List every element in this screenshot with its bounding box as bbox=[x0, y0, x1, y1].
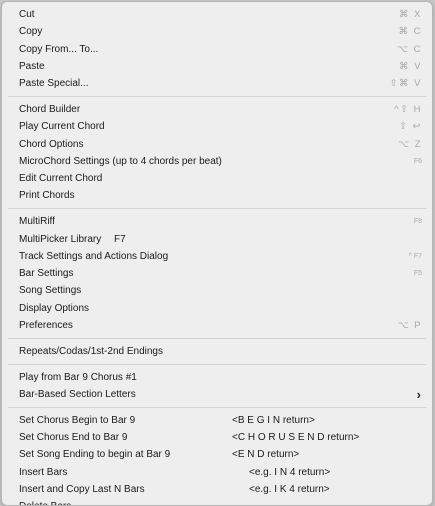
menu-item-label: Song Settings bbox=[19, 285, 82, 297]
menu-item-label: Chord Builder bbox=[19, 103, 81, 115]
menu-item-label: Insert Bars bbox=[19, 466, 68, 478]
menu-item-set-chorus-begin-to-bar-9[interactable]: Set Chorus Begin to Bar 9 <B E G I N retu… bbox=[2, 412, 432, 429]
menu-item-chord-options[interactable]: Chord Options ⌥ Z bbox=[2, 136, 432, 153]
menu-item-copy[interactable]: Copy ⌘ C bbox=[2, 23, 432, 40]
keyboard-shortcut: ⌘ C bbox=[398, 26, 422, 38]
keyboard-shortcut: F6 bbox=[413, 157, 422, 165]
menu-item-insert-bars[interactable]: Insert Bars <e.g. I N 4 return> bbox=[2, 464, 432, 481]
menu-item-play-current-chord[interactable]: Play Current Chord ⇧ ↩ bbox=[2, 118, 432, 135]
menu-item-preferences[interactable]: Preferences ⌥ P bbox=[2, 317, 432, 334]
menu-item-label: MicroChord Settings (up to 4 chords per … bbox=[19, 155, 222, 167]
menu-item-cut[interactable]: Cut ⌘ X bbox=[2, 6, 432, 23]
menu-separator bbox=[8, 208, 426, 210]
menu-item-repeats-codas-1st-2nd-endings[interactable]: Repeats/Codas/1st-2nd Endings bbox=[2, 343, 432, 360]
menu-item-label: Preferences bbox=[19, 320, 73, 332]
menu-item-hint: <E N D return> bbox=[232, 449, 300, 461]
menu-item-bar-settings[interactable]: Bar Settings F5 bbox=[2, 265, 432, 282]
menu-item-multipicker-library[interactable]: MultiPicker Library F7 bbox=[2, 231, 432, 248]
menu-item-microchord-settings-up-to-4-chords-per-beat[interactable]: MicroChord Settings (up to 4 chords per … bbox=[2, 153, 432, 170]
menu-item-display-options[interactable]: Display Options bbox=[2, 300, 432, 317]
menu-item-hint: F7 bbox=[114, 233, 126, 245]
keyboard-shortcut: ⇧⌘ V bbox=[389, 78, 422, 90]
menu-item-song-settings[interactable]: Song Settings bbox=[2, 282, 432, 299]
menu-separator bbox=[8, 406, 426, 408]
menu-item-label: Set Song Ending to begin at Bar 9 bbox=[19, 449, 171, 461]
menu-item-label: Cut bbox=[19, 9, 35, 20]
menu-item-label: Paste bbox=[19, 60, 45, 72]
menu-item-insert-and-copy-last-n-bars[interactable]: Insert and Copy Last N Bars <e.g. I K 4 r… bbox=[2, 481, 432, 498]
keyboard-shortcut: ⌥ P bbox=[397, 320, 422, 332]
menu-item-label: Display Options bbox=[19, 302, 90, 314]
menu-item-label: MultiRiff bbox=[19, 216, 55, 228]
keyboard-shortcut: ⌘ V bbox=[399, 60, 422, 72]
menu-item-paste[interactable]: Paste ⌘ V bbox=[2, 58, 432, 75]
menu-item-hint: <C H O R U S E N D return> bbox=[232, 432, 360, 444]
menu-item-hint: <e.g. I N 4 return> bbox=[249, 466, 331, 478]
keyboard-shortcut: ⌥ C bbox=[397, 43, 422, 55]
menu-item-label: Insert and Copy Last N Bars bbox=[19, 483, 145, 495]
menu-item-hint: <B E G I N return> bbox=[232, 414, 315, 426]
menu-item-label: Print Chords bbox=[19, 190, 75, 202]
menu-item-multiriff[interactable]: MultiRiff F8 bbox=[2, 213, 432, 230]
menu-item-label: Paste Special... bbox=[19, 78, 89, 90]
menu-separator bbox=[8, 337, 426, 339]
menu-item-bar-based-section-letters[interactable]: Bar-Based Section Letters › bbox=[2, 386, 432, 403]
menu-item-play-from-bar-9-chorus-1[interactable]: Play from Bar 9 Chorus #1 bbox=[2, 369, 432, 386]
menu-item-label: Bar Settings bbox=[19, 268, 74, 280]
menu-item-print-chords[interactable]: Print Chords bbox=[2, 187, 432, 204]
menu-item-edit-current-chord[interactable]: Edit Current Chord bbox=[2, 170, 432, 187]
menu-item-track-settings-and-actions-dialog[interactable]: Track Settings and Actions Dialog ^ F7 bbox=[2, 248, 432, 265]
keyboard-shortcut: ^ F7 bbox=[408, 252, 422, 260]
menu-separator bbox=[8, 363, 426, 365]
menu-item-label: Set Chorus Begin to Bar 9 bbox=[19, 414, 136, 426]
menu-item-label: Edit Current Chord bbox=[19, 173, 103, 185]
menu-item-label: Track Settings and Actions Dialog bbox=[19, 250, 169, 262]
menu-item-set-chorus-end-to-bar-9[interactable]: Set Chorus End to Bar 9 <C H O R U S E N … bbox=[2, 429, 432, 446]
submenu-chevron-icon: › bbox=[416, 386, 421, 402]
menu-item-label: Repeats/Codas/1st-2nd Endings bbox=[19, 345, 163, 357]
keyboard-shortcut: ⌘ X bbox=[399, 9, 422, 20]
menu-item-delete-bars[interactable]: Delete Bars bbox=[2, 498, 432, 505]
menu-item-label: Set Chorus End to Bar 9 bbox=[19, 432, 128, 444]
menu-item-label: Play Current Chord bbox=[19, 121, 105, 133]
menu-item-chord-builder[interactable]: Chord Builder ^⇧ H bbox=[2, 101, 432, 118]
keyboard-shortcut: ⇧ ↩ bbox=[398, 121, 422, 133]
menu-item-set-song-ending-to-begin-at-bar-9[interactable]: Set Song Ending to begin at Bar 9 <E N D … bbox=[2, 446, 432, 463]
menu-item-label: MultiPicker Library bbox=[19, 233, 102, 245]
menu-item-hint: <e.g. I K 4 return> bbox=[249, 483, 330, 495]
menu-item-copy-from-to[interactable]: Copy From... To... ⌥ C bbox=[2, 41, 432, 58]
menu-item-label: Bar-Based Section Letters bbox=[19, 388, 136, 400]
keyboard-shortcut: ⌥ Z bbox=[398, 138, 422, 150]
menu-item-paste-special[interactable]: Paste Special... ⇧⌘ V bbox=[2, 75, 432, 92]
context-menu: Cut ⌘ X Copy ⌘ C Copy From... To... ⌥ C Paste ⌘… bbox=[1, 1, 433, 506]
menu-separator bbox=[8, 95, 426, 97]
keyboard-shortcut: F8 bbox=[413, 218, 422, 226]
menu-item-label: Copy bbox=[19, 26, 43, 38]
keyboard-shortcut: F5 bbox=[413, 270, 422, 278]
menu-item-label: Delete Bars bbox=[19, 498, 71, 505]
menu-item-label: Copy From... To... bbox=[19, 43, 99, 55]
menu-item-label: Chord Options bbox=[19, 138, 84, 150]
keyboard-shortcut: ^⇧ H bbox=[394, 103, 422, 115]
menu-item-label: Play from Bar 9 Chorus #1 bbox=[19, 371, 137, 383]
